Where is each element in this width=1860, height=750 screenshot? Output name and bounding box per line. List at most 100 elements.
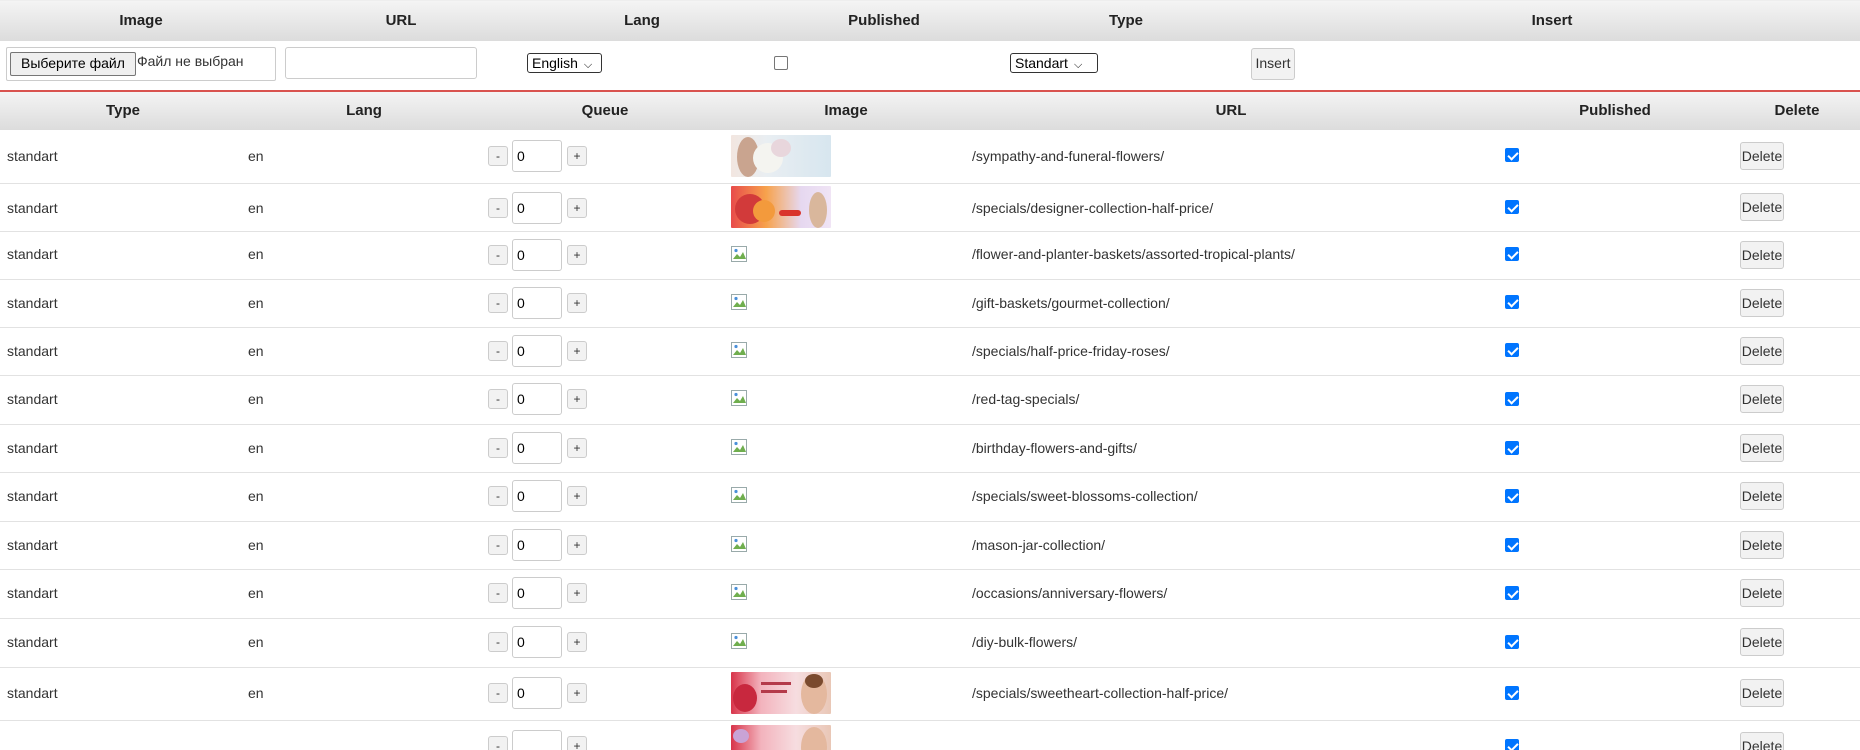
published-checkbox[interactable] <box>1505 739 1519 750</box>
table-row: standart en - 0 + /specials/half-price-f… <box>0 327 1860 376</box>
queue-decrement-button[interactable]: - <box>488 438 508 458</box>
row-type: standart <box>7 440 58 456</box>
delete-button[interactable]: Delete <box>1740 434 1784 462</box>
published-checkbox[interactable] <box>774 56 788 70</box>
published-checkbox[interactable] <box>1505 489 1519 503</box>
row-lang: en <box>248 295 264 311</box>
queue-decrement-button[interactable]: - <box>488 683 508 703</box>
queue-increment-button[interactable]: + <box>567 341 587 361</box>
queue-input[interactable] <box>512 730 562 750</box>
published-checkbox[interactable] <box>1505 586 1519 600</box>
table-row: standart en - 0 + /occasions/anniversary… <box>0 569 1860 619</box>
queue-input[interactable]: 0 <box>512 239 562 271</box>
row-url: /birthday-flowers-and-gifts/ <box>972 440 1137 456</box>
published-checkbox[interactable] <box>1505 247 1519 261</box>
delete-button[interactable]: Delete <box>1740 679 1784 707</box>
queue-decrement-button[interactable]: - <box>488 245 508 265</box>
queue-increment-button[interactable]: + <box>567 632 587 652</box>
col-lang: Lang <box>346 102 382 119</box>
broken-image-icon <box>731 294 747 310</box>
queue-input[interactable]: 0 <box>512 192 562 224</box>
queue-decrement-button[interactable]: - <box>488 535 508 555</box>
banner-admin-page: Image URL Lang Published Type Insert Выб… <box>0 0 1860 750</box>
delete-button[interactable]: Delete <box>1740 241 1784 269</box>
queue-increment-button[interactable]: + <box>567 683 587 703</box>
delete-button[interactable]: Delete <box>1740 289 1784 317</box>
queue-increment-button[interactable]: + <box>567 146 587 166</box>
queue-decrement-button[interactable]: - <box>488 389 508 409</box>
queue-decrement-button[interactable]: - <box>488 486 508 506</box>
row-lang: en <box>248 488 264 504</box>
queue-input[interactable]: 0 <box>512 335 562 367</box>
delete-button[interactable]: Delete <box>1740 142 1784 170</box>
table-row: standart en - 0 + /specials/sweet-blosso… <box>0 472 1860 522</box>
queue-increment-button[interactable]: + <box>567 486 587 506</box>
queue-decrement-button[interactable]: - <box>488 632 508 652</box>
col-url: URL <box>1215 102 1247 119</box>
queue-input[interactable]: 0 <box>512 529 562 561</box>
published-checkbox[interactable] <box>1505 635 1519 649</box>
table-row: standart en - 0 + /specials/sweetheart-c… <box>0 667 1860 721</box>
row-url: /specials/sweetheart-collection-half-pri… <box>972 685 1228 701</box>
delete-button[interactable]: Delete <box>1740 482 1784 510</box>
delete-button[interactable]: Delete <box>1740 579 1784 607</box>
delete-button[interactable]: Delete <box>1740 193 1784 221</box>
queue-input[interactable]: 0 <box>512 677 562 709</box>
row-type: standart <box>7 343 58 359</box>
type-select-value: Standart <box>1015 55 1068 71</box>
queue-input[interactable]: 0 <box>512 432 562 464</box>
row-type: standart <box>7 295 58 311</box>
delete-button[interactable]: Delete <box>1740 385 1784 413</box>
url-input[interactable] <box>285 47 477 79</box>
row-lang: en <box>248 200 264 216</box>
published-checkbox[interactable] <box>1505 686 1519 700</box>
row-lang: en <box>248 391 264 407</box>
delete-button[interactable]: Delete <box>1740 628 1784 656</box>
published-checkbox[interactable] <box>1505 441 1519 455</box>
row-lang: en <box>248 537 264 553</box>
col-queue: Queue <box>581 102 629 119</box>
row-lang: en <box>248 685 264 701</box>
type-select[interactable]: Standart ⌵ <box>1010 53 1098 73</box>
queue-input[interactable]: 0 <box>512 140 562 172</box>
lang-select[interactable]: English ⌵ <box>527 53 602 73</box>
file-upload-field[interactable]: Выберите файл Файл не выбран <box>6 47 276 81</box>
queue-increment-button[interactable]: + <box>567 245 587 265</box>
published-checkbox[interactable] <box>1505 538 1519 552</box>
published-checkbox[interactable] <box>1505 200 1519 214</box>
queue-input[interactable]: 0 <box>512 577 562 609</box>
queue-increment-button[interactable]: + <box>567 438 587 458</box>
queue-decrement-button[interactable]: - <box>488 583 508 603</box>
table-row: standart en - 0 + /diy-bulk-flowers/ Del… <box>0 618 1860 668</box>
table-row: standart en - 0 + /red-tag-specials/ Del… <box>0 375 1860 425</box>
published-checkbox[interactable] <box>1505 148 1519 162</box>
delete-button[interactable]: Delete <box>1740 337 1784 365</box>
queue-increment-button[interactable]: + <box>567 535 587 555</box>
queue-decrement-button[interactable]: - <box>488 341 508 361</box>
queue-decrement-button[interactable]: - <box>488 736 508 750</box>
broken-image-icon <box>731 342 747 358</box>
queue-increment-button[interactable]: + <box>567 389 587 409</box>
published-checkbox[interactable] <box>1505 392 1519 406</box>
queue-input[interactable]: 0 <box>512 626 562 658</box>
table-row: standart en - 0 + /specials/designer-col… <box>0 183 1860 232</box>
queue-increment-button[interactable]: + <box>567 583 587 603</box>
queue-input[interactable]: 0 <box>512 287 562 319</box>
row-lang: en <box>248 148 264 164</box>
queue-input[interactable]: 0 <box>512 480 562 512</box>
delete-button[interactable]: Delete <box>1740 732 1784 750</box>
queue-decrement-button[interactable]: - <box>488 293 508 313</box>
published-checkbox[interactable] <box>1505 295 1519 309</box>
choose-file-button[interactable]: Выберите файл <box>10 52 136 76</box>
row-type: standart <box>7 585 58 601</box>
queue-increment-button[interactable]: + <box>567 198 587 218</box>
row-url: /flower-and-planter-baskets/assorted-tro… <box>972 246 1295 262</box>
queue-decrement-button[interactable]: - <box>488 146 508 166</box>
queue-decrement-button[interactable]: - <box>488 198 508 218</box>
delete-button[interactable]: Delete <box>1740 531 1784 559</box>
queue-increment-button[interactable]: + <box>567 736 587 750</box>
insert-button[interactable]: Insert <box>1251 48 1295 80</box>
queue-input[interactable]: 0 <box>512 383 562 415</box>
published-checkbox[interactable] <box>1505 343 1519 357</box>
queue-increment-button[interactable]: + <box>567 293 587 313</box>
